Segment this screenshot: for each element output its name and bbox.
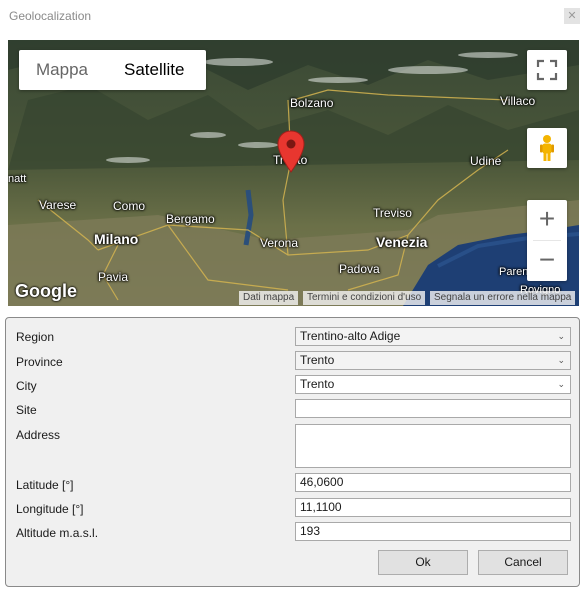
map-label-verona: Verona [260, 236, 299, 250]
title-bar: Geolocalization ✕ [0, 0, 584, 32]
location-pin-icon[interactable] [277, 130, 305, 174]
city-value: Trento [300, 377, 335, 391]
map-label-como: Como [113, 199, 146, 213]
zoom-in-button[interactable]: + [527, 200, 567, 240]
map-view[interactable]: Bolzano Trento Villaco Udine Varese Como… [8, 40, 579, 306]
map-type-control: Mappa Satellite [19, 50, 206, 90]
map-label-villaco: Villaco [500, 94, 536, 108]
map-label-milano: Milano [94, 231, 139, 247]
province-select[interactable]: Trento ⌄ [295, 351, 571, 370]
map-label-edge: natt [8, 173, 27, 185]
longitude-label: Longitude [°] [16, 502, 84, 516]
zoom-control: + − [527, 200, 567, 281]
map-label-pavia: Pavia [98, 270, 129, 284]
map-type-map-button[interactable]: Mappa [19, 50, 115, 90]
close-icon[interactable]: ✕ [564, 8, 580, 24]
map-label-venezia: Venezia [376, 234, 428, 250]
region-value: Trentino-alto Adige [300, 329, 401, 343]
site-input[interactable] [295, 399, 571, 418]
map-data-link[interactable]: Dati mappa [239, 291, 299, 305]
address-label: Address [16, 428, 61, 442]
latitude-input[interactable]: 46,0600 [295, 473, 571, 492]
map-label-padova: Padova [339, 262, 380, 276]
fullscreen-button[interactable] [527, 50, 567, 90]
map-type-satellite-button[interactable]: Satellite [115, 50, 184, 90]
cancel-button[interactable]: Cancel [478, 550, 568, 575]
terms-link[interactable]: Termini e condizioni d'uso [303, 291, 426, 305]
pegman-icon [540, 135, 554, 161]
region-select[interactable]: Trentino-alto Adige ⌄ [295, 327, 571, 346]
latitude-label: Latitude [°] [16, 478, 74, 492]
site-label: Site [16, 403, 37, 417]
region-label: Region [16, 330, 55, 344]
altitude-label: Altitude m.a.s.l. [16, 526, 99, 540]
chevron-down-icon: ⌄ [557, 355, 565, 365]
map-label-udine: Udine [470, 154, 502, 168]
zoom-out-button[interactable]: − [527, 241, 567, 281]
chevron-down-icon: ⌄ [557, 331, 565, 341]
province-label: Province [16, 355, 63, 369]
city-select[interactable]: Trento ⌄ [295, 375, 571, 394]
report-error-link[interactable]: Segnala un errore nella mappa [430, 291, 576, 305]
map-label-bergamo: Bergamo [166, 212, 215, 226]
city-label: City [16, 379, 37, 393]
chevron-down-icon: ⌄ [557, 379, 565, 389]
map-label-treviso: Treviso [373, 206, 412, 220]
location-form: Region Trentino-alto Adige ⌄ Province Tr… [5, 317, 580, 587]
address-textarea[interactable] [295, 424, 571, 468]
ok-button[interactable]: Ok [378, 550, 468, 575]
altitude-input[interactable]: 193 [295, 522, 571, 541]
longitude-input[interactable]: 11,1100 [295, 498, 571, 517]
fullscreen-icon [536, 59, 558, 81]
street-view-button[interactable] [527, 128, 567, 168]
province-value: Trento [300, 353, 335, 367]
map-label-bolzano: Bolzano [290, 96, 334, 110]
google-logo: Google [15, 281, 77, 301]
map-label-varese: Varese [39, 198, 77, 212]
window-title: Geolocalization [9, 9, 92, 23]
